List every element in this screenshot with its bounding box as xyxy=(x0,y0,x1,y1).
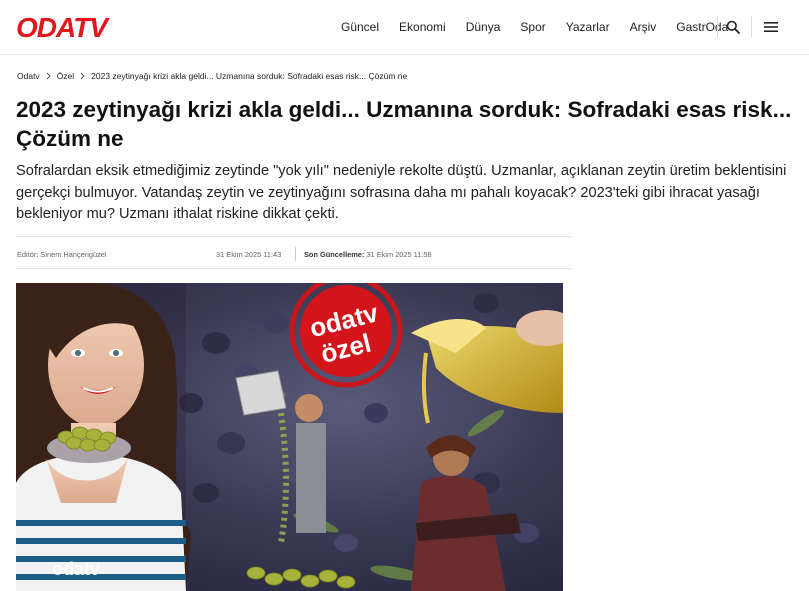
article-editor[interactable]: Editör: Sinem Hançerigüzel xyxy=(17,250,107,259)
hero-illustration: odatv özel odatv xyxy=(16,283,563,591)
divider xyxy=(16,268,572,269)
nav-item-gastroda[interactable]: GastrOda xyxy=(676,20,728,34)
article-title: 2023 zeytinyağı krizi akla geldi... Uzma… xyxy=(16,97,792,151)
article-meta: Editör: Sinem Hançerigüzel 31 Ekim 2025 … xyxy=(16,247,572,261)
divider xyxy=(16,236,572,237)
hero-image[interactable]: odatv özel odatv xyxy=(16,283,563,591)
nav-item-ekonomi[interactable]: Ekonomi xyxy=(399,20,446,34)
article-summary: Sofralardan eksik etmediğimiz zeytinde "… xyxy=(16,163,787,222)
divider xyxy=(295,247,296,261)
breadcrumb-category[interactable]: Özel xyxy=(57,71,74,81)
hamburger-menu-icon xyxy=(764,22,778,32)
nav-item-guncel[interactable]: Güncel xyxy=(341,20,379,34)
watermark-text: odatv xyxy=(52,559,100,579)
main-nav: Güncel Ekonomi Dünya Spor Yazarlar Arşiv… xyxy=(330,0,748,54)
breadcrumb-home[interactable]: Odatv xyxy=(17,71,40,81)
nav-item-yazarlar[interactable]: Yazarlar xyxy=(566,20,610,34)
search-button[interactable] xyxy=(723,17,743,37)
updated-label: Son Güncelleme: xyxy=(304,250,365,259)
chevron-right-icon xyxy=(80,72,85,80)
breadcrumb: Odatv Özel 2023 zeytinyağı krizi akla ge… xyxy=(17,71,407,81)
search-icon xyxy=(726,20,740,34)
updated-date: Son Güncelleme: 31 Ekim 2025 11:58 xyxy=(304,250,432,259)
nav-divider xyxy=(751,16,752,38)
updated-value: 31 Ekim 2025 11:58 xyxy=(366,250,432,259)
svg-text:ODATV: ODATV xyxy=(16,13,110,41)
nav-divider xyxy=(717,16,718,38)
chevron-right-icon xyxy=(46,72,51,80)
nav-item-spor[interactable]: Spor xyxy=(520,20,545,34)
odatv-logo[interactable]: ODATV xyxy=(16,13,122,41)
nav-item-arsiv[interactable]: Arşiv xyxy=(630,20,657,34)
publish-date: 31 Ekim 2025 11:43 xyxy=(216,250,282,259)
breadcrumb-current: 2023 zeytinyağı krizi akla geldi... Uzma… xyxy=(91,71,408,81)
nav-item-dunya[interactable]: Dünya xyxy=(466,20,501,34)
site-header: ODATV Güncel Ekonomi Dünya Spor Yazarlar… xyxy=(0,0,809,55)
menu-button[interactable] xyxy=(761,17,781,37)
